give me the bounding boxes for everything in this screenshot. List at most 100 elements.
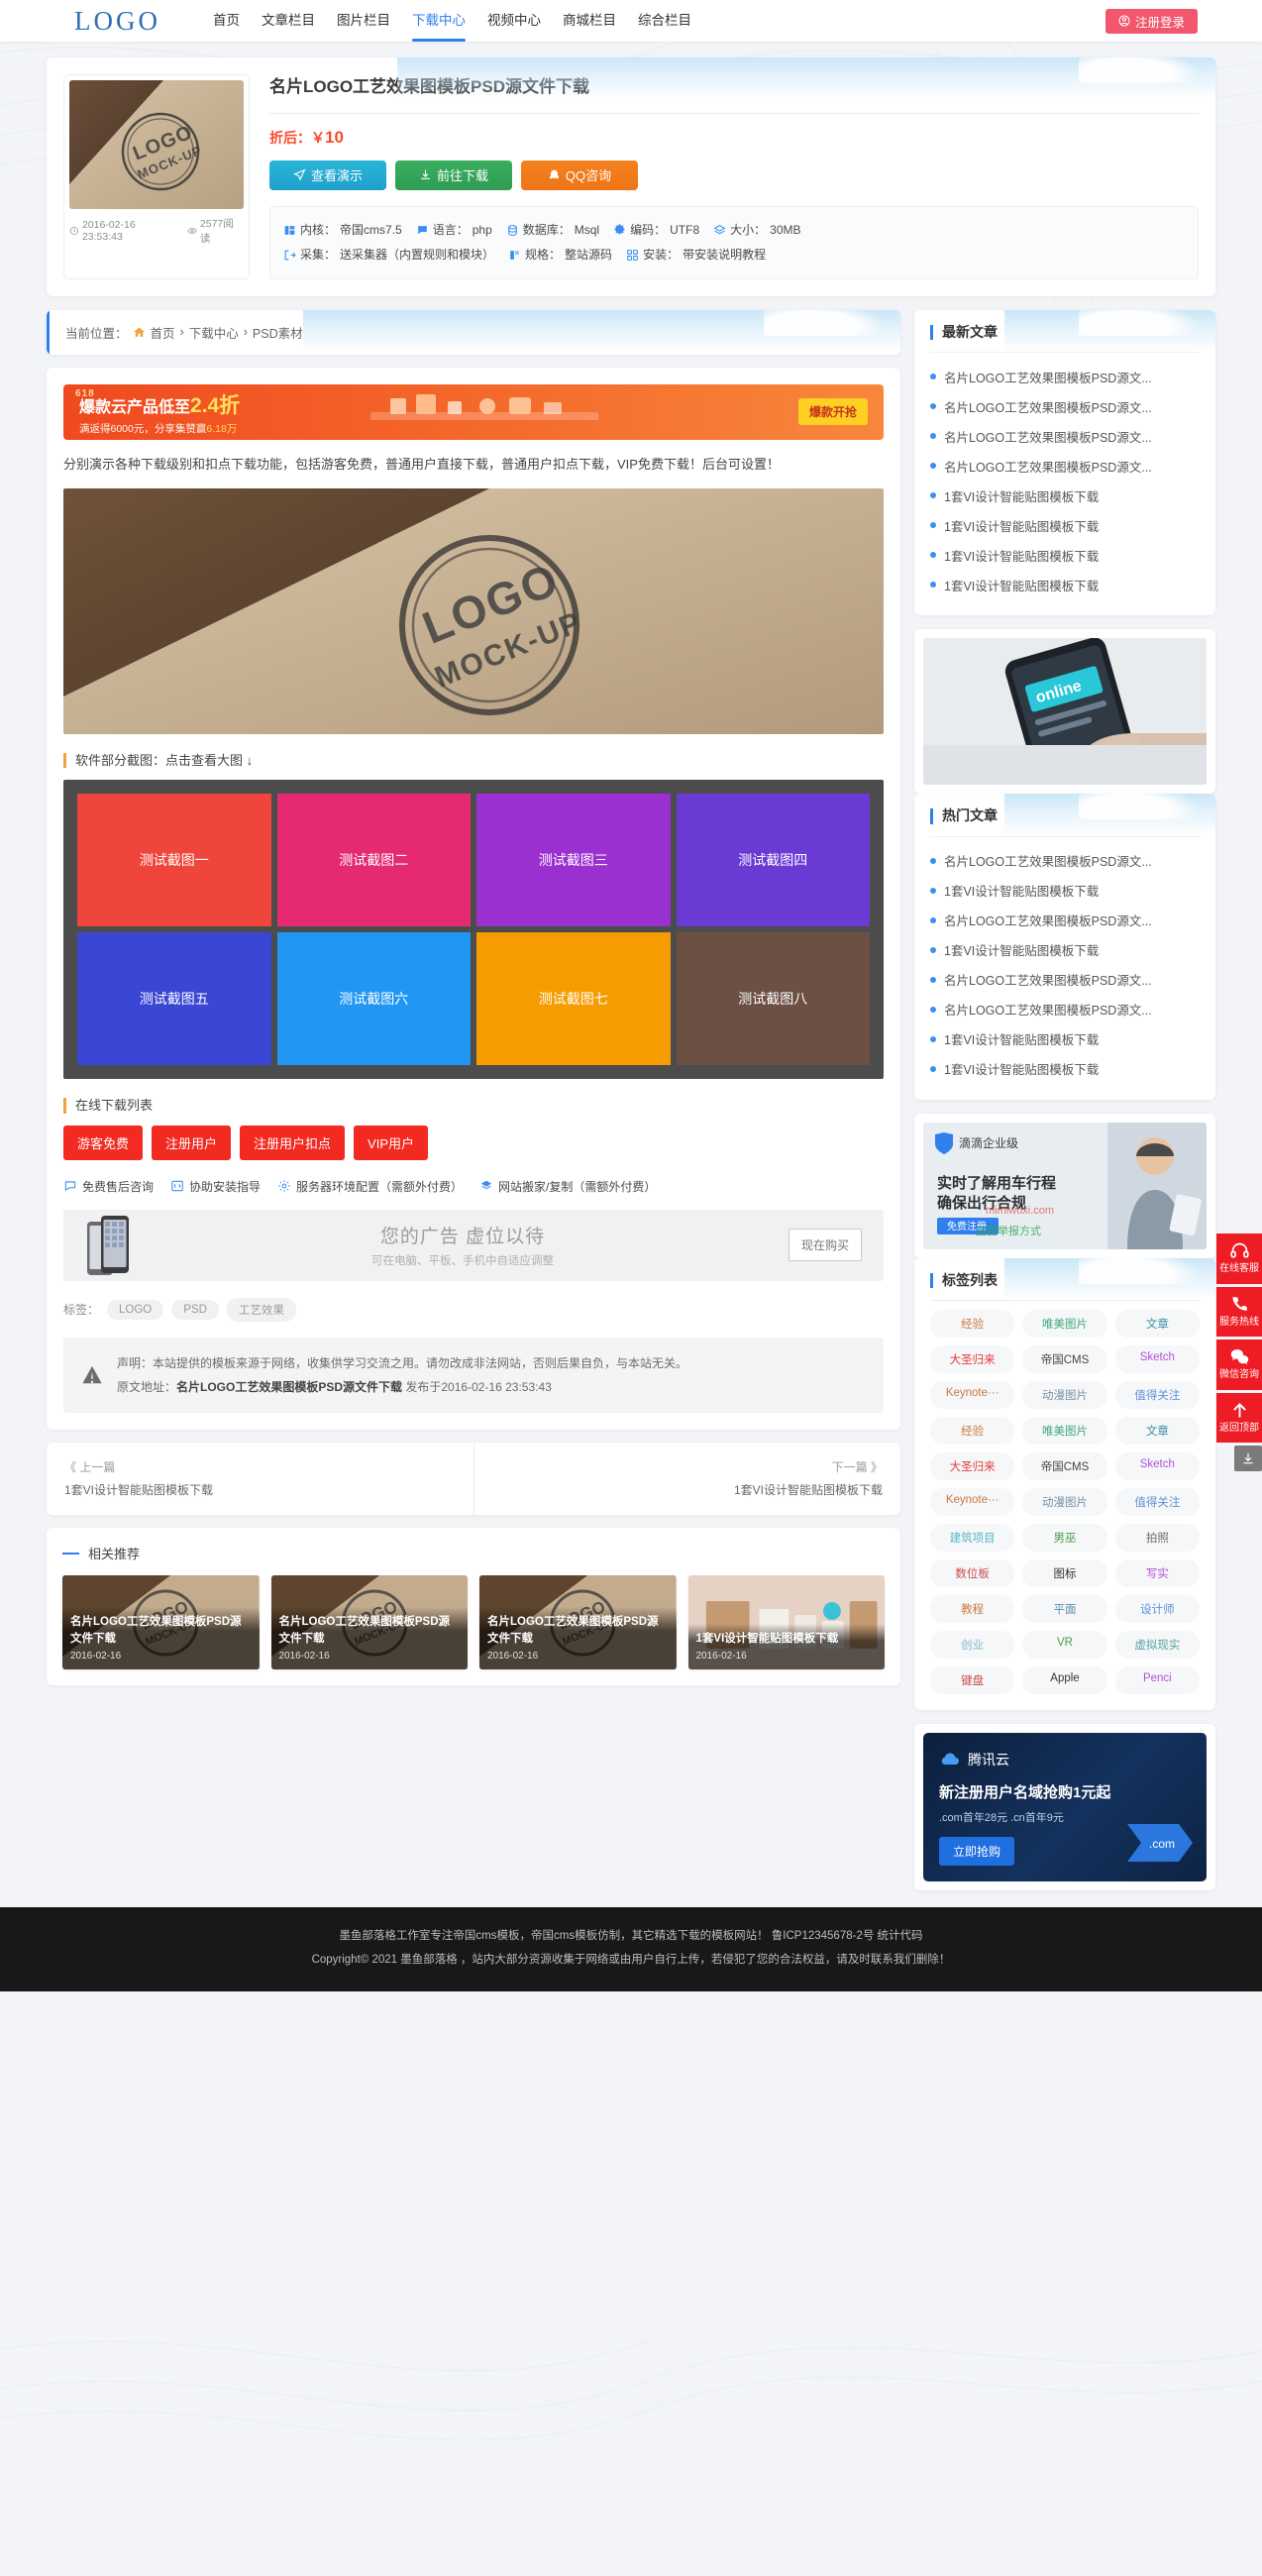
float-hotline[interactable]: 服务热线 xyxy=(1216,1286,1262,1337)
tencent-ad-card[interactable]: 腾讯云 新注册用户名域抢购1元起 .com首年28元 .cn首年9元 立即抢购 … xyxy=(914,1724,1215,1891)
screenshot-6[interactable]: 测试截图六 xyxy=(276,932,471,1066)
download-guest-free-button[interactable]: 游客免费 xyxy=(63,1125,144,1160)
list-item[interactable]: 名片LOGO工艺效果图模板PSD源文... xyxy=(930,965,1200,995)
tag-chip-19[interactable]: 建筑项目 xyxy=(930,1524,1015,1553)
list-item[interactable]: 名片LOGO工艺效果图模板PSD源文... xyxy=(930,391,1200,421)
disclaimer-source-link[interactable]: 名片LOGO工艺效果图模板PSD源文件下载 xyxy=(176,1380,402,1394)
list-item[interactable]: 1套VI设计智能贴图模板下载 xyxy=(930,540,1200,570)
nav-item-articles[interactable]: 文章栏目 xyxy=(251,0,326,42)
screenshot-7[interactable]: 测试截图七 xyxy=(476,932,671,1066)
register-login-button[interactable]: 注册登录 xyxy=(1104,8,1198,34)
prev-article-title[interactable]: 1套VI设计智能贴图模板下载 xyxy=(64,1479,456,1502)
tag-chip-21[interactable]: 拍照 xyxy=(1114,1524,1200,1553)
promo-button[interactable]: 爆款开抢 xyxy=(797,398,868,426)
article-tag-logo[interactable]: LOGO xyxy=(107,1299,164,1320)
tag-chip-27[interactable]: 设计师 xyxy=(1114,1595,1200,1624)
tag-chip-22[interactable]: 数位板 xyxy=(930,1559,1015,1588)
list-item[interactable]: 1套VI设计智能贴图模板下载 xyxy=(930,876,1200,906)
nav-item-home[interactable]: 首页 xyxy=(202,0,251,42)
list-item[interactable]: 1套VI设计智能贴图模板下载 xyxy=(930,481,1200,510)
article-main-image[interactable]: LOGO MOCK-UP xyxy=(63,487,884,734)
nav-item-downloads[interactable]: 下载中心 xyxy=(401,0,476,42)
tag-chip-25[interactable]: 教程 xyxy=(930,1595,1015,1624)
view-demo-button[interactable]: 查看演示 xyxy=(269,160,386,190)
tag-chip-1[interactable]: 经验 xyxy=(930,1310,1015,1339)
nav-item-shop[interactable]: 商城栏目 xyxy=(552,0,627,42)
list-item[interactable]: 名片LOGO工艺效果图模板PSD源文... xyxy=(930,846,1200,876)
tag-chip-13[interactable]: 大圣归来 xyxy=(930,1452,1015,1481)
screenshot-1[interactable]: 测试截图一 xyxy=(77,794,271,927)
next-article-title[interactable]: 1套VI设计智能贴图模板下载 xyxy=(492,1479,883,1502)
tag-chip-7[interactable]: Keynote··· xyxy=(930,1381,1015,1410)
download-registered-points-button[interactable]: 注册用户扣点 xyxy=(240,1125,346,1160)
screenshot-2[interactable]: 测试截图二 xyxy=(276,794,471,927)
list-item[interactable]: 1套VI设计智能贴图模板下载 xyxy=(930,510,1200,540)
tag-chip-9[interactable]: 值得关注 xyxy=(1114,1381,1200,1410)
prev-article[interactable]: 《 上一篇 1套VI设计智能贴图模板下载 xyxy=(47,1443,473,1516)
float-download-button[interactable] xyxy=(1234,1446,1262,1471)
tag-chip-33[interactable]: Penci xyxy=(1114,1666,1200,1695)
tag-chip-23[interactable]: 图标 xyxy=(1022,1559,1107,1588)
inline-ad-banner[interactable]: 您的广告 虚位以待 可在电脑、平板、手机中自适应调整 现在购买 xyxy=(63,1209,884,1281)
promo-banner[interactable]: 618 爆款云产品低至2.4折 满返得6000元，分享集赞赢6.18万 爆款开抢 xyxy=(63,383,884,440)
product-thumbnail[interactable]: LOGO MOCK-UP xyxy=(69,80,244,209)
tag-chip-3[interactable]: 文章 xyxy=(1114,1310,1200,1339)
tag-chip-29[interactable]: VR xyxy=(1022,1631,1107,1660)
site-logo[interactable]: LOGO xyxy=(74,6,160,37)
tag-chip-12[interactable]: 文章 xyxy=(1114,1417,1200,1446)
tag-chip-5[interactable]: 帝国CMS xyxy=(1022,1345,1107,1374)
screenshot-4[interactable]: 测试截图四 xyxy=(676,794,870,927)
tag-chip-6[interactable]: Sketch xyxy=(1114,1345,1200,1374)
tag-chip-2[interactable]: 唯美图片 xyxy=(1022,1310,1107,1339)
tag-chip-26[interactable]: 平面 xyxy=(1022,1595,1107,1624)
next-article[interactable]: 下一篇 》 1套VI设计智能贴图模板下载 xyxy=(473,1442,901,1516)
breadcrumb-item-home[interactable]: 首页 xyxy=(151,323,175,342)
didi-ad-card[interactable]: 滴滴企业级 实时了解用车行程 确保出行合规 免费注册 mimiwuxi.com … xyxy=(914,1113,1215,1258)
list-item[interactable]: 名片LOGO工艺效果图模板PSD源文... xyxy=(930,362,1200,391)
download-registered-user-button[interactable]: 注册用户 xyxy=(152,1125,232,1160)
tag-chip-18[interactable]: 值得关注 xyxy=(1114,1488,1200,1517)
qq-consult-button[interactable]: QQ咨询 xyxy=(521,160,638,190)
download-vip-button[interactable]: VIP用户 xyxy=(354,1125,429,1160)
tag-chip-8[interactable]: 动漫图片 xyxy=(1022,1381,1107,1410)
breadcrumb-item-download-center[interactable]: 下载中心 xyxy=(189,323,239,342)
article-tag-craft-effect[interactable]: 工艺效果 xyxy=(226,1297,296,1322)
tag-chip-4[interactable]: 大圣归来 xyxy=(930,1345,1015,1374)
tag-chip-32[interactable]: Apple xyxy=(1022,1666,1107,1695)
list-item[interactable]: 名片LOGO工艺效果图模板PSD源文... xyxy=(930,451,1200,481)
nav-item-general[interactable]: 综合栏目 xyxy=(627,0,702,42)
tag-chip-24[interactable]: 写实 xyxy=(1114,1559,1200,1588)
tag-chip-11[interactable]: 唯美图片 xyxy=(1022,1417,1107,1446)
breadcrumb-item-psd[interactable]: PSD素材 xyxy=(253,323,303,342)
related-item-2[interactable]: LOGOMOCK-UP 名片LOGO工艺效果图模板PSD源文件下载 2016-0… xyxy=(270,1575,468,1670)
tag-chip-16[interactable]: Keynote··· xyxy=(930,1488,1015,1517)
tag-chip-30[interactable]: 虚拟现实 xyxy=(1114,1631,1200,1660)
tag-chip-10[interactable]: 经验 xyxy=(930,1417,1015,1446)
list-item[interactable]: 名片LOGO工艺效果图模板PSD源文... xyxy=(930,421,1200,451)
float-back-to-top[interactable]: 返回顶部 xyxy=(1216,1392,1262,1443)
tag-chip-14[interactable]: 帝国CMS xyxy=(1022,1452,1107,1481)
nav-item-videos[interactable]: 视频中心 xyxy=(476,0,552,42)
screenshot-3[interactable]: 测试截图三 xyxy=(476,794,671,927)
related-item-1[interactable]: LOGOMOCK-UP 名片LOGO工艺效果图模板PSD源文件下载 2016-0… xyxy=(62,1575,260,1670)
float-wechat[interactable]: 微信咨询 xyxy=(1216,1340,1262,1390)
tag-chip-17[interactable]: 动漫图片 xyxy=(1022,1488,1107,1517)
list-item[interactable]: 1套VI设计智能贴图模板下载 xyxy=(930,1024,1200,1054)
screenshot-5[interactable]: 测试截图五 xyxy=(77,932,271,1066)
related-item-4[interactable]: 1套VI设计智能贴图模板下载 2016-02-16 xyxy=(687,1575,885,1670)
list-item[interactable]: 名片LOGO工艺效果图模板PSD源文... xyxy=(930,995,1200,1024)
tencent-ad[interactable]: 腾讯云 新注册用户名域抢购1元起 .com首年28元 .cn首年9元 立即抢购 … xyxy=(923,1733,1207,1882)
list-item[interactable]: 1套VI设计智能贴图模板下载 xyxy=(930,1054,1200,1084)
inline-ad-buy-button[interactable]: 现在购买 xyxy=(788,1229,862,1262)
tag-chip-28[interactable]: 创业 xyxy=(930,1631,1015,1660)
list-item[interactable]: 1套VI设计智能贴图模板下载 xyxy=(930,570,1200,599)
goto-download-button[interactable]: 前往下载 xyxy=(395,160,512,190)
float-online-service[interactable]: 在线客服 xyxy=(1216,1234,1262,1284)
related-item-3[interactable]: LOGOMOCK-UP 名片LOGO工艺效果图模板PSD源文件下载 2016-0… xyxy=(479,1575,677,1670)
tencent-ad-button[interactable]: 立即抢购 xyxy=(939,1837,1015,1867)
screenshot-8[interactable]: 测试截图八 xyxy=(676,932,870,1066)
list-item[interactable]: 名片LOGO工艺效果图模板PSD源文... xyxy=(930,906,1200,935)
tag-chip-31[interactable]: 键盘 xyxy=(930,1666,1015,1695)
tag-chip-20[interactable]: 男巫 xyxy=(1022,1524,1107,1553)
article-tag-psd[interactable]: PSD xyxy=(171,1299,219,1320)
